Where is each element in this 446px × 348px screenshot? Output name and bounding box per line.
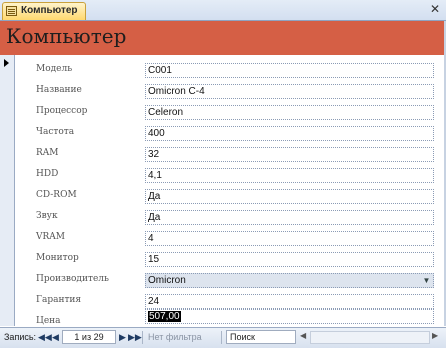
label-cdrom: CD-ROM [36, 190, 77, 200]
label-processor: Процессор [36, 106, 88, 116]
label-frequency: Частота [36, 127, 75, 137]
label-manufacturer: Производитель [36, 274, 109, 284]
tab-computer[interactable]: Компьютер [2, 2, 86, 20]
label-model: Модель [36, 64, 73, 74]
records-label: Запись: [4, 332, 37, 342]
current-record-arrow-icon [4, 59, 9, 67]
field-processor[interactable]: Celeron [145, 105, 434, 120]
field-sound[interactable]: Да [145, 210, 434, 225]
no-filter-indicator[interactable]: Нет фильтра [148, 332, 202, 342]
record-navigation-bar: Запись: ◀◀ ◀ 1 из 29 ▶ ▶▶ ▶✱ Нет фильтра… [0, 327, 446, 348]
horizontal-scrollbar[interactable] [310, 331, 430, 344]
field-monitor[interactable]: 15 [145, 252, 434, 267]
search-input[interactable]: Поиск [226, 330, 296, 344]
access-form-window: Компьютер ✕ Компьютер Модель C001 Назван… [0, 0, 446, 348]
field-vram[interactable]: 4 [145, 231, 434, 246]
field-price[interactable]: 507,00 [145, 309, 434, 324]
next-record-button[interactable]: ▶ [119, 332, 126, 343]
form-header: Компьютер [0, 21, 446, 55]
label-hdd: HDD [36, 169, 59, 179]
label-ram: RAM [36, 148, 59, 158]
separator [221, 331, 222, 344]
label-vram: VRAM [36, 232, 65, 242]
field-warranty[interactable]: 24 [145, 294, 434, 309]
form-title: Компьютер [6, 24, 127, 48]
field-ram[interactable]: 32 [145, 147, 434, 162]
label-price: Цена [36, 316, 61, 326]
label-sound: Звук [36, 211, 58, 221]
field-manufacturer-combo[interactable]: Omicron ▼ [145, 273, 434, 288]
label-warranty: Гарантия [36, 295, 82, 305]
manufacturer-value: Omicron [148, 275, 186, 286]
scroll-left-icon[interactable]: ◀ [300, 331, 308, 340]
label-name: Название [36, 85, 82, 95]
record-counter[interactable]: 1 из 29 [62, 330, 116, 344]
document-tab-strip: Компьютер ✕ [0, 0, 446, 21]
record-selector[interactable] [0, 55, 15, 326]
chevron-down-icon[interactable]: ▼ [421, 275, 432, 286]
form-body: Модель C001 Название Omicron C-4 Процесс… [15, 55, 444, 326]
label-monitor: Монитор [36, 253, 79, 263]
field-frequency[interactable]: 400 [145, 126, 434, 141]
price-selected-text: 507,00 [148, 311, 181, 322]
close-icon[interactable]: ✕ [428, 2, 442, 16]
separator [142, 331, 143, 344]
tab-label: Компьютер [21, 5, 78, 16]
field-cdrom[interactable]: Да [145, 189, 434, 204]
form-icon [6, 6, 17, 16]
previous-record-button[interactable]: ◀ [52, 332, 59, 343]
field-name[interactable]: Omicron C-4 [145, 84, 434, 99]
first-record-button[interactable]: ◀◀ [38, 332, 52, 343]
field-model[interactable]: C001 [145, 63, 434, 78]
scroll-right-icon[interactable]: ▶ [432, 331, 440, 340]
field-hdd[interactable]: 4,1 [145, 168, 434, 183]
last-record-button[interactable]: ▶▶ [128, 332, 142, 343]
